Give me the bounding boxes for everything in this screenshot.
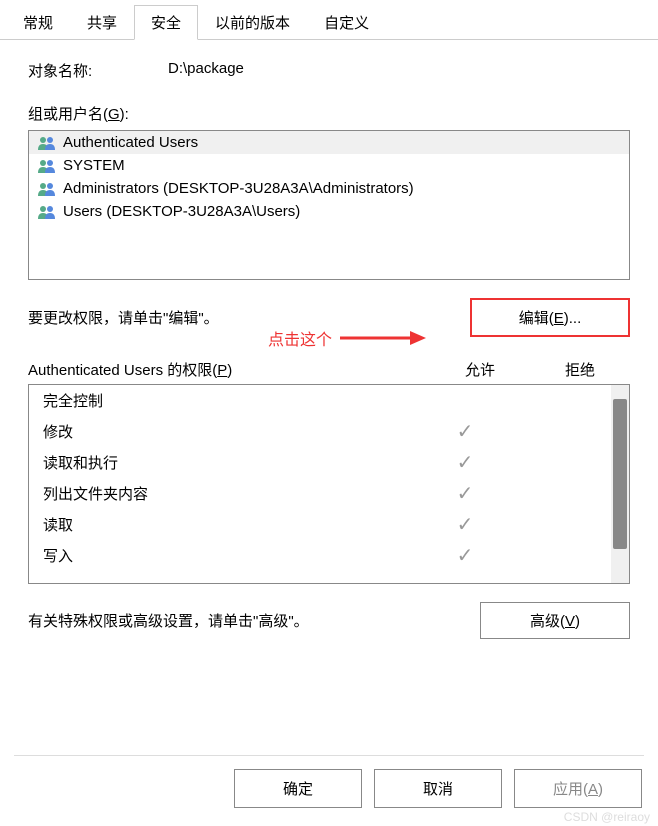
- tab-sharing[interactable]: 共享: [70, 5, 134, 40]
- advanced-button[interactable]: 高级(V): [480, 602, 630, 639]
- check-icon: ✓: [457, 483, 474, 505]
- permission-row: 列出文件夹内容 ✓: [29, 478, 629, 509]
- groups-listbox[interactable]: Authenticated Users SYSTEM Administrator…: [28, 130, 630, 280]
- allow-cell: ✓: [415, 422, 515, 442]
- permission-name: 写入: [43, 545, 415, 566]
- list-item-label: Administrators (DESKTOP-3U28A3A\Administ…: [63, 180, 414, 197]
- permission-row: 修改 ✓: [29, 416, 629, 447]
- annotation-text: 点击这个: [268, 326, 332, 350]
- check-icon: ✓: [457, 545, 474, 567]
- users-icon: [37, 204, 57, 220]
- annotation: 点击这个: [268, 326, 428, 350]
- list-item[interactable]: SYSTEM: [29, 154, 629, 177]
- check-icon: ✓: [457, 514, 474, 536]
- allow-cell: ✓: [415, 484, 515, 504]
- check-icon: ✓: [457, 452, 474, 474]
- permission-name: 读取: [43, 514, 415, 535]
- users-icon: [37, 158, 57, 174]
- list-item[interactable]: Authenticated Users: [29, 131, 629, 154]
- permission-row: 读取和执行 ✓: [29, 447, 629, 478]
- cancel-button[interactable]: 取消: [374, 769, 502, 808]
- allow-cell: ✓: [415, 453, 515, 473]
- apply-button[interactable]: 应用(A): [514, 769, 642, 808]
- list-item[interactable]: Administrators (DESKTOP-3U28A3A\Administ…: [29, 177, 629, 200]
- deny-column-header: 拒绝: [530, 359, 630, 380]
- permissions-label: Authenticated Users 的权限(P): [28, 359, 430, 380]
- object-name-value: D:\package: [168, 60, 244, 81]
- edit-button[interactable]: 编辑(E)...: [470, 298, 630, 337]
- edit-hint-text: 要更改权限，请单击"编辑"。: [28, 307, 219, 328]
- groups-label: 组或用户名(G):: [28, 103, 630, 124]
- users-icon: [37, 181, 57, 197]
- permissions-listbox: 完全控制 修改 ✓ 读取和执行 ✓ 列出文件夹内容 ✓ 读取 ✓: [28, 384, 630, 584]
- scrollbar[interactable]: [611, 385, 629, 583]
- permission-name: 修改: [43, 421, 415, 442]
- object-name-label: 对象名称:: [28, 60, 168, 81]
- allow-cell: ✓: [415, 546, 515, 566]
- list-item[interactable]: Users (DESKTOP-3U28A3A\Users): [29, 200, 629, 223]
- advanced-hint-text: 有关特殊权限或高级设置，请单击"高级"。: [28, 610, 309, 631]
- permission-row: 读取 ✓: [29, 509, 629, 540]
- permission-name: 读取和执行: [43, 452, 415, 473]
- dialog-footer: 确定 取消 应用(A): [234, 769, 642, 808]
- tab-bar: 常规 共享 安全 以前的版本 自定义: [0, 4, 658, 40]
- permission-row: 写入 ✓: [29, 540, 629, 571]
- scrollbar-thumb[interactable]: [613, 399, 627, 549]
- arrow-icon: [338, 328, 428, 348]
- permission-name: 完全控制: [43, 390, 415, 411]
- permission-row: 完全控制: [29, 385, 629, 416]
- tab-customize[interactable]: 自定义: [307, 5, 386, 40]
- tab-previous-versions[interactable]: 以前的版本: [198, 5, 307, 40]
- divider: [14, 755, 644, 756]
- list-item-label: SYSTEM: [63, 157, 125, 174]
- users-icon: [37, 135, 57, 151]
- list-item-label: Authenticated Users: [63, 134, 198, 151]
- permission-name: 列出文件夹内容: [43, 483, 415, 504]
- allow-cell: ✓: [415, 515, 515, 535]
- list-item-label: Users (DESKTOP-3U28A3A\Users): [63, 203, 300, 220]
- ok-button[interactable]: 确定: [234, 769, 362, 808]
- check-icon: ✓: [457, 421, 474, 443]
- tab-security[interactable]: 安全: [134, 5, 198, 40]
- tab-general[interactable]: 常规: [6, 5, 70, 40]
- allow-column-header: 允许: [430, 359, 530, 380]
